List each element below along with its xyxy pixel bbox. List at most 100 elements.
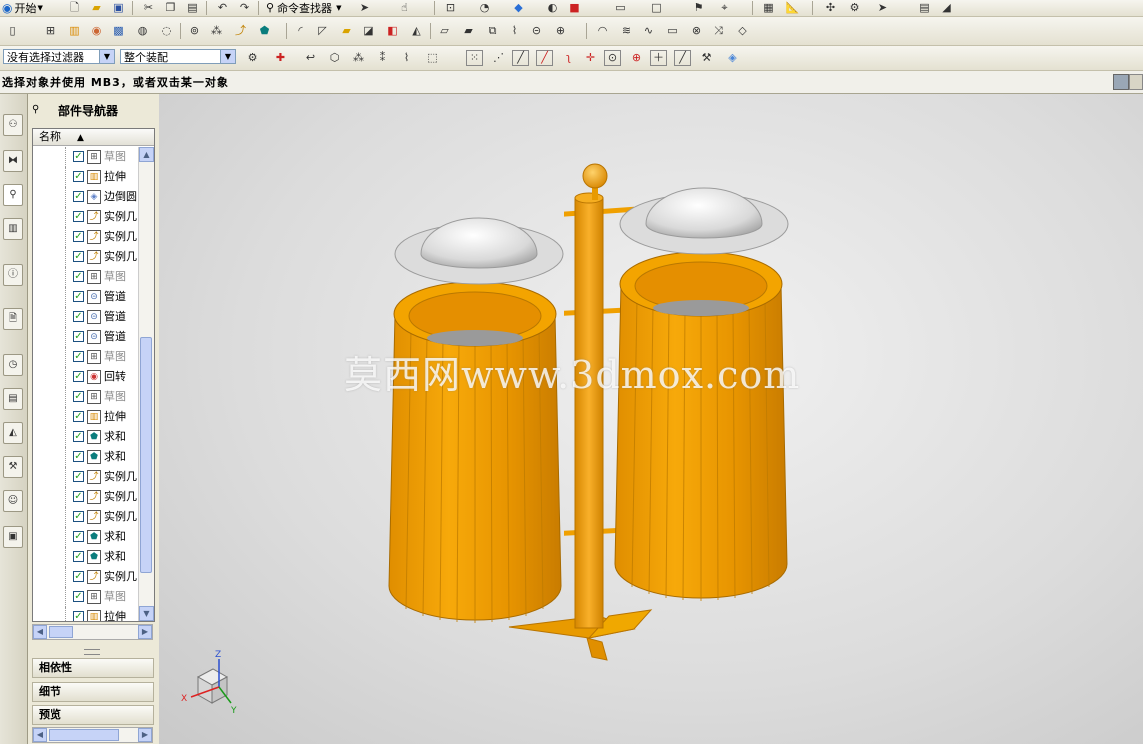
part-navigator-icon[interactable]: ⚲ xyxy=(3,184,23,206)
row-checkbox[interactable]: ✓ xyxy=(73,471,84,482)
quadrant-icon[interactable]: ⊕ xyxy=(628,50,645,66)
chevron-down-icon[interactable]: ▼ xyxy=(99,50,114,63)
wcs-triad-icon[interactable]: Z X Y xyxy=(173,647,243,717)
manufacturing-wizard-icon[interactable]: ⚒ xyxy=(3,456,23,478)
palette-icon[interactable]: ▣ xyxy=(3,526,23,548)
row-checkbox[interactable]: ✓ xyxy=(73,271,84,282)
datum-plane-icon[interactable]: ⊕ xyxy=(552,23,569,39)
existing-point-icon[interactable]: ＋ xyxy=(650,50,667,66)
cut-icon[interactable]: ✂ xyxy=(140,0,157,16)
background-icon[interactable]: ◐ xyxy=(544,0,561,16)
tree-row[interactable]: ✓ ⊞ 草图 xyxy=(33,387,137,407)
panel-splitter[interactable] xyxy=(84,649,100,655)
row-checkbox[interactable]: ✓ xyxy=(73,151,84,162)
tree-row[interactable]: ✓⤴实例几何体 xyxy=(33,487,137,507)
cue-scroll-handle[interactable] xyxy=(1129,74,1143,90)
chevron-down-icon[interactable]: ▼ xyxy=(220,50,235,63)
end-point-icon[interactable]: ⋰ xyxy=(490,50,507,66)
row-checkbox[interactable]: ✓ xyxy=(73,551,84,562)
wcs-icon[interactable]: □ xyxy=(648,0,665,16)
form-icon[interactable]: ◇ xyxy=(734,23,751,39)
bounded-plane-icon[interactable]: ▭ xyxy=(664,23,681,39)
table-icon[interactable]: ▦ xyxy=(760,0,777,16)
spreadsheet-icon[interactable]: ▤ xyxy=(916,0,933,16)
history-icon[interactable]: 🗎 xyxy=(3,308,23,330)
tree-row[interactable]: ✓ ⬟ 求和 xyxy=(33,527,137,547)
row-checkbox[interactable]: ✓ xyxy=(73,191,84,202)
new-sketch-icon[interactable]: ▯ xyxy=(4,23,21,39)
paste-icon[interactable]: ▤ xyxy=(184,0,201,16)
undo-icon[interactable]: ↶ xyxy=(214,0,231,16)
tree-row[interactable]: ✓ ⊞ 草图 xyxy=(33,587,137,607)
thicken-icon[interactable]: ▰ xyxy=(460,23,477,39)
undo-selection-icon[interactable]: ↩ xyxy=(302,50,319,66)
split-body-icon[interactable]: ◧ xyxy=(384,23,401,39)
tree-row[interactable]: ✓ ⬟ 求和 xyxy=(33,427,137,447)
part-navigator-tree[interactable]: 名称▲ ✓⊞草图✓▥拉伸✓◈边倒圆✓⤴实例几何体✓⤴实例几何体✓⤴实例几何体✓⊞… xyxy=(32,128,155,622)
swept-icon[interactable]: ⌇ xyxy=(506,23,523,39)
dependencies-panel[interactable]: 相依性 xyxy=(32,658,154,678)
tree-row[interactable]: ✓⤴实例几何体 xyxy=(33,247,137,267)
row-checkbox[interactable]: ✓ xyxy=(73,331,84,342)
scroll-left-icon[interactable]: ◀ xyxy=(33,728,47,742)
row-checkbox[interactable]: ✓ xyxy=(73,531,84,542)
redo-icon[interactable]: ↷ xyxy=(236,0,253,16)
tree-row[interactable]: ✓⤴实例几何体 xyxy=(33,567,137,587)
filter-settings-icon[interactable]: ⚙ xyxy=(244,50,261,66)
row-checkbox[interactable]: ✓ xyxy=(73,571,84,582)
row-checkbox[interactable]: ✓ xyxy=(73,251,84,262)
snap-point-icon[interactable]: ✚ xyxy=(272,50,289,66)
tree-row[interactable]: ✓ ⊞ 草图 xyxy=(33,347,137,367)
new-file-icon[interactable]: 🗋 xyxy=(66,0,83,16)
tree-row[interactable]: ✓ ⊝ 管道 xyxy=(33,287,137,307)
offset-face-icon[interactable]: ▱ xyxy=(436,23,453,39)
scroll-right-icon[interactable]: ▶ xyxy=(138,728,152,742)
layer-icon[interactable]: ▭ xyxy=(612,0,629,16)
tree-row[interactable]: ✓ ▥ 拉伸 xyxy=(33,607,137,621)
details-panel[interactable]: 细节 xyxy=(32,682,154,702)
roles-icon[interactable]: ☺ xyxy=(3,490,23,512)
select-face-icon[interactable]: ⌇ xyxy=(398,50,415,66)
row-checkbox[interactable]: ✓ xyxy=(73,431,84,442)
start-button[interactable]: ◉ 开始 ▼ xyxy=(2,0,43,15)
rectangle-select-icon[interactable]: ⬚ xyxy=(424,50,441,66)
selection-filter-select[interactable]: 没有选择过滤器 ▼ xyxy=(3,49,115,64)
orient-view-icon[interactable]: ◔ xyxy=(476,0,493,16)
shell-icon[interactable]: ▰ xyxy=(338,23,355,39)
sketch-icon[interactable]: ⊞ xyxy=(42,23,59,39)
shaded-render-icon[interactable]: ◆ xyxy=(510,0,527,16)
row-checkbox[interactable]: ✓ xyxy=(73,391,84,402)
tree-row[interactable]: ✓ ⊝ 管道 xyxy=(33,307,137,327)
tree-row[interactable]: ✓ ▥ 拉伸 xyxy=(33,167,137,187)
process-studio-icon[interactable]: ◭ xyxy=(3,422,23,444)
ruler-icon[interactable]: ◢ xyxy=(938,0,955,16)
tree-horizontal-scrollbar[interactable]: ◀ ▶ xyxy=(32,624,153,640)
select-body-icon[interactable]: ⬡ xyxy=(326,50,343,66)
tree-row[interactable]: ✓ ◈ 边倒圆 xyxy=(33,187,137,207)
sphere-icon[interactable]: ◌ xyxy=(158,23,175,39)
transform-icon[interactable]: ⤨ xyxy=(710,23,727,39)
revolve-icon[interactable]: ◉ xyxy=(88,23,105,39)
touch-mode-icon[interactable]: ☝ xyxy=(396,0,413,16)
row-checkbox[interactable]: ✓ xyxy=(73,311,84,322)
block-icon[interactable]: ▩ xyxy=(110,23,127,39)
row-checkbox[interactable]: ✓ xyxy=(73,211,84,222)
reuse-library-icon[interactable]: ▥ xyxy=(3,218,23,240)
status-window-icon[interactable] xyxy=(1113,74,1129,90)
unite-icon[interactable]: ⬟ xyxy=(256,23,273,39)
tree-vertical-scroll-thumb[interactable] xyxy=(140,337,152,573)
scroll-left-icon[interactable]: ◀ xyxy=(33,625,47,639)
arc-center-icon[interactable]: ⊙ xyxy=(604,50,621,66)
save-icon[interactable]: ▣ xyxy=(110,0,127,16)
bottom-scroll-thumb[interactable] xyxy=(49,729,119,741)
row-checkbox[interactable]: ✓ xyxy=(73,491,84,502)
point-on-face-icon[interactable]: ╱ xyxy=(674,50,691,66)
extrude-icon[interactable]: ▥ xyxy=(66,23,83,39)
midpoint-icon[interactable]: ╱ xyxy=(536,50,553,66)
assembly-navigator-icon[interactable]: ⚇ xyxy=(3,114,23,136)
tree-row[interactable]: ✓ ⊞ 草图 xyxy=(33,147,137,167)
scroll-down-icon[interactable]: ▼ xyxy=(139,606,154,621)
tree-row[interactable]: ✓⤴实例几何体 xyxy=(33,467,137,487)
edge-blend-icon[interactable]: ◜ xyxy=(292,23,309,39)
move-component-icon[interactable]: ✣ xyxy=(822,0,839,16)
